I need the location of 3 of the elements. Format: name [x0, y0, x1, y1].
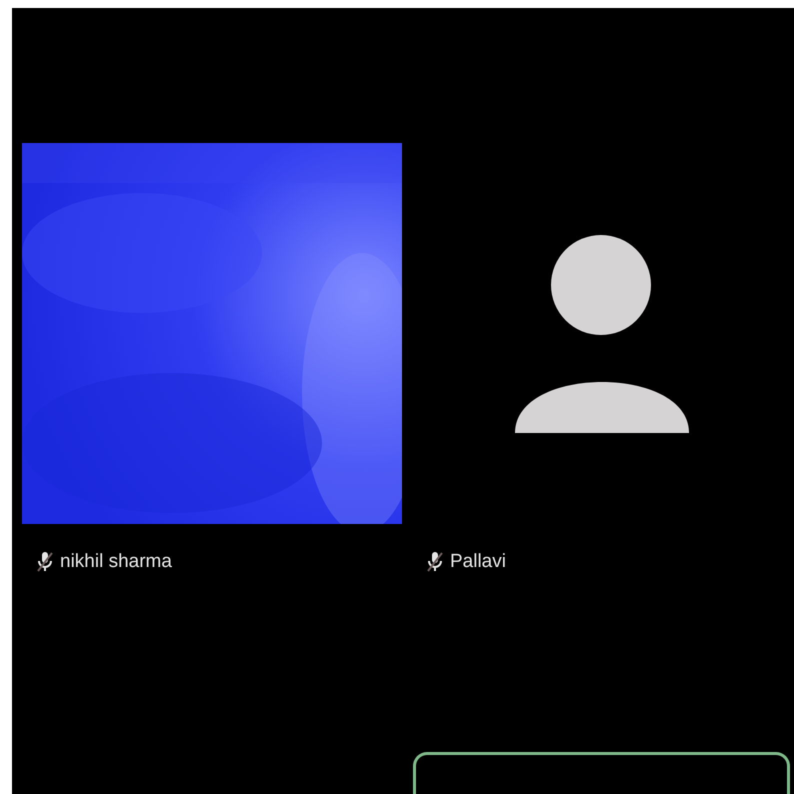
participant-name: nikhil sharma — [60, 550, 172, 574]
avatar-silhouette-icon — [515, 234, 689, 432]
participant-name: Pallavi — [450, 550, 506, 574]
